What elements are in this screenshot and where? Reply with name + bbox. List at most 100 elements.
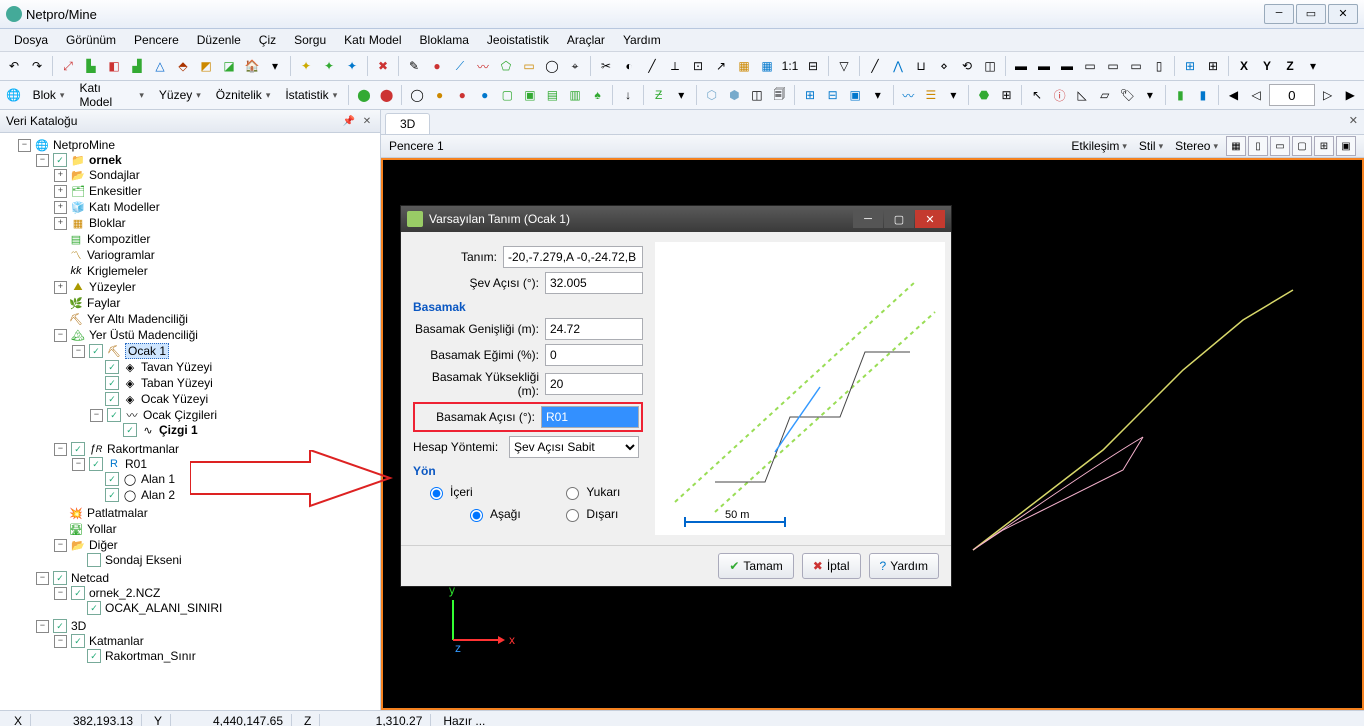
cube-icon[interactable]: ⬣: [974, 85, 994, 105]
tool-icon[interactable]: ▭: [519, 56, 539, 76]
checkbox[interactable]: [71, 442, 85, 456]
tool-icon[interactable]: ▥: [565, 85, 585, 105]
draw-line-icon[interactable]: ╱: [865, 56, 885, 76]
tool-icon[interactable]: ╱: [642, 56, 662, 76]
tree-item[interactable]: Yer Altı Madenciliği: [87, 312, 188, 326]
tree-item[interactable]: Diğer: [89, 538, 118, 552]
tool-icon[interactable]: ▽: [834, 56, 854, 76]
tree-item[interactable]: Variogramlar: [87, 248, 155, 262]
view-button[interactable]: ▣: [1336, 136, 1356, 156]
view-button[interactable]: ▯: [1248, 136, 1268, 156]
tree-alan[interactable]: Alan 1: [141, 472, 175, 486]
tool-icon[interactable]: ✦: [296, 56, 316, 76]
next-icon[interactable]: ▷: [1318, 85, 1338, 105]
tree-3d[interactable]: 3D: [71, 619, 86, 633]
menu-gorunum[interactable]: Görünüm: [58, 31, 124, 49]
arrow-icon[interactable]: ↗: [711, 56, 731, 76]
input-egim[interactable]: [545, 344, 643, 366]
checkbox[interactable]: [105, 392, 119, 406]
delete-icon[interactable]: ✖: [373, 56, 393, 76]
tool-icon[interactable]: ⋀: [888, 56, 908, 76]
tree-project[interactable]: ornek: [89, 153, 122, 167]
chevron-down-icon[interactable]: ▾: [1140, 85, 1160, 105]
minimize-button[interactable]: ─: [1264, 4, 1294, 24]
tool-icon[interactable]: 〰: [473, 56, 493, 76]
tree-root[interactable]: NetproMine: [53, 138, 115, 152]
tool-icon[interactable]: ▱: [1095, 85, 1115, 105]
tool-icon[interactable]: ⋄: [934, 56, 954, 76]
tree-item[interactable]: Ocak Çizgileri: [143, 408, 217, 422]
maximize-button[interactable]: ▭: [1296, 4, 1326, 24]
dropdown-katimodel[interactable]: Katı Model: [73, 85, 149, 105]
tool-icon[interactable]: ↓: [618, 85, 638, 105]
tree-item[interactable]: Sondaj Ekseni: [105, 553, 182, 567]
tool-icon[interactable]: ⬤: [377, 85, 397, 105]
tree-rakort[interactable]: Rakortmanlar: [107, 442, 179, 456]
tag-icon[interactable]: 🏷: [1118, 85, 1138, 105]
tool-icon[interactable]: △: [150, 56, 170, 76]
next-icon[interactable]: ▶: [1340, 85, 1360, 105]
menu-duzenle[interactable]: Düzenle: [189, 31, 249, 49]
dropdown-blok[interactable]: Blok: [27, 85, 71, 105]
tool-icon[interactable]: ⊞: [800, 85, 820, 105]
tool-icon[interactable]: ⊞: [1180, 56, 1200, 76]
radio-yukari[interactable]: Yukarı: [561, 484, 631, 500]
redo-icon[interactable]: ↷: [27, 56, 47, 76]
prev-icon[interactable]: ◁: [1246, 85, 1266, 105]
tree-ocak-selected[interactable]: Ocak 1: [125, 343, 169, 359]
axis-x-button[interactable]: X: [1234, 56, 1254, 76]
close-button[interactable]: ✕: [1328, 4, 1358, 24]
radio-iceri[interactable]: İçeri: [425, 484, 531, 500]
tree-item[interactable]: Patlatmalar: [87, 506, 148, 520]
radio-asagi[interactable]: Aşağı: [465, 506, 531, 522]
ok-button[interactable]: ✔Tamam: [718, 553, 793, 579]
view-button[interactable]: ▦: [1226, 136, 1246, 156]
radio-disari[interactable]: Dışarı: [561, 506, 631, 522]
tree-cizgi[interactable]: Çizgi 1: [159, 423, 198, 437]
tool-icon[interactable]: ▦: [734, 56, 754, 76]
checkbox[interactable]: [87, 601, 101, 615]
menu-yardim[interactable]: Yardım: [615, 31, 669, 49]
tree-item[interactable]: Sondajlar: [89, 168, 140, 182]
tool-icon[interactable]: ●: [430, 85, 450, 105]
tool-icon[interactable]: ▮: [1171, 85, 1191, 105]
checkbox[interactable]: [87, 553, 101, 567]
tool-icon[interactable]: ⌖: [565, 56, 585, 76]
tool-icon[interactable]: ▬: [1011, 56, 1031, 76]
tool-icon[interactable]: ▯: [1149, 56, 1169, 76]
checkbox[interactable]: [105, 488, 119, 502]
menu-bloklama[interactable]: Bloklama: [412, 31, 477, 49]
chevron-down-icon[interactable]: ▾: [671, 85, 691, 105]
dialog-close[interactable]: ✕: [915, 210, 945, 228]
checkbox[interactable]: [71, 586, 85, 600]
tool-icon[interactable]: ◫: [747, 85, 767, 105]
tree-item[interactable]: Tavan Yüzeyi: [141, 360, 212, 374]
tree-item[interactable]: Yollar: [87, 522, 117, 536]
checkbox[interactable]: [87, 649, 101, 663]
tool-icon[interactable]: ◫: [980, 56, 1000, 76]
checkbox[interactable]: [105, 376, 119, 390]
tool-icon[interactable]: ◧: [104, 56, 124, 76]
menu-ciz[interactable]: Çiz: [251, 31, 284, 49]
chevron-down-icon[interactable]: ▾: [944, 85, 964, 105]
select-hesap[interactable]: Şev Açısı Sabit: [509, 436, 639, 458]
pentagon-icon[interactable]: ⬠: [496, 56, 516, 76]
checkbox[interactable]: [123, 423, 137, 437]
pin-icon[interactable]: 📌: [342, 114, 356, 128]
tool-icon[interactable]: ▭: [1103, 56, 1123, 76]
tool-icon[interactable]: ▣: [845, 85, 865, 105]
tool-icon[interactable]: ▟: [127, 56, 147, 76]
tool-icon[interactable]: 〰: [898, 85, 918, 105]
chevron-down-icon[interactable]: ▾: [265, 56, 285, 76]
tree-item[interactable]: Kriglemeler: [87, 264, 148, 278]
checkbox[interactable]: [89, 344, 103, 358]
tool-icon[interactable]: ●: [475, 85, 495, 105]
tool-icon[interactable]: ♠: [588, 85, 608, 105]
tool-icon[interactable]: ⟲: [957, 56, 977, 76]
axis-z-button[interactable]: Z: [1280, 56, 1300, 76]
tree-item[interactable]: Yüzeyler: [89, 280, 136, 294]
input-sev[interactable]: [545, 272, 643, 294]
prev-icon[interactable]: ◀: [1224, 85, 1244, 105]
tree-katmanlar[interactable]: Katmanlar: [89, 634, 144, 648]
dropdown-etkilesim[interactable]: Etkileşim: [1065, 137, 1133, 155]
